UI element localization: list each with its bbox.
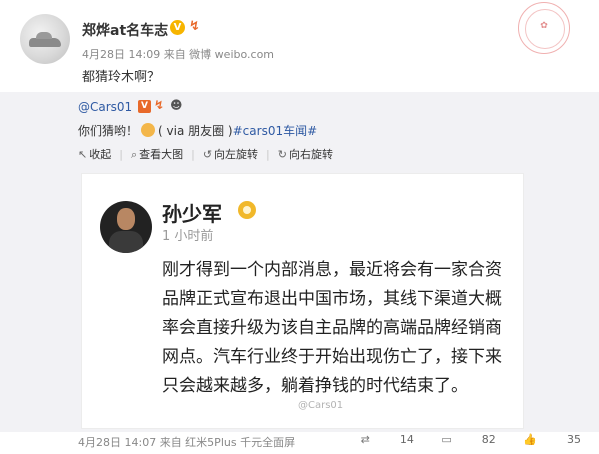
panda-icon: ☻	[170, 98, 183, 112]
repost-text: 你们猜哟！ ( via 朋友圈 )#cars01车闻#	[78, 122, 317, 139]
dog-emoji-icon	[141, 123, 156, 137]
screenshot-image[interactable]: 孙少军 1 小时前 刚才得到一个内部消息，最近将会有一家合资 品牌正式宣布退出中…	[82, 174, 523, 428]
view-large-button[interactable]: ⌕ 查看大图	[131, 146, 183, 162]
repost-meta: 4月28日 14:07 来自 红米5Plus 千元全面屏	[78, 436, 296, 449]
comment-button[interactable]: ▭ 82	[441, 433, 495, 446]
zoom-icon: ⌕	[130, 148, 138, 161]
rotate-left-icon: ↺	[202, 148, 213, 161]
card-line: 品牌正式宣布退出中国市场，其线下渠道大概	[162, 289, 502, 309]
rotate-right-icon: ↻	[277, 148, 287, 161]
collapse-icon: ↖	[78, 148, 88, 161]
thumbs-up-icon: 👍	[523, 433, 537, 446]
verified-icon: V	[170, 20, 185, 35]
image-tools: ↖ 收起 | ⌕ 查看大图 | ↺ 向左旋转 | ↻ 向右旋转	[78, 146, 333, 162]
collapse-button[interactable]: ↖ 收起	[78, 146, 111, 162]
comment-icon: ▭	[441, 433, 452, 446]
post-text: 都猜玲木啊？	[82, 70, 161, 85]
verified-gold-icon	[238, 201, 256, 219]
repost-icon: ⇄	[360, 433, 370, 446]
topic-link[interactable]: #cars01车闻#	[233, 124, 318, 138]
card-line: 率会直接升级为该自主品牌的高端品牌经销商	[162, 318, 502, 338]
author-name[interactable]: 郑烨at名车志	[82, 20, 168, 40]
repost-author-link[interactable]: @Cars01	[78, 100, 132, 114]
rotate-right-button[interactable]: ↻ 向右旋转	[278, 146, 333, 162]
card-body-text: 刚才得到一个内部消息，最近将会有一家合资 品牌正式宣布退出中国市场，其线下渠道大…	[162, 256, 512, 401]
card-line: 只会越来越多，躺着挣钱的时代结束了。	[162, 376, 468, 396]
verified-icon: V	[138, 100, 151, 113]
repost-button[interactable]: ⇄ 14	[361, 433, 414, 446]
post-meta: 4月28日 14:09 来自 微博 weibo.com	[82, 48, 275, 61]
repost-text-prefix: 你们猜哟！	[78, 124, 139, 138]
card-line: 刚才得到一个内部消息，最近将会有一家合资	[162, 260, 502, 280]
stats-bar: ⇄ 14 ▭ 82 👍 35	[337, 433, 581, 446]
vip-icon: ↯	[154, 98, 165, 112]
card-line: 网点。汽车行业终于开始出现伤亡了，接下来	[162, 347, 502, 367]
rotate-left-button[interactable]: ↺ 向左旋转	[203, 146, 258, 162]
author-avatar[interactable]	[20, 14, 70, 64]
seal-stamp-icon: ✿	[518, 2, 570, 54]
image-watermark: @Cars01	[298, 400, 344, 411]
vip-icon: ↯	[189, 19, 200, 34]
card-author-name: 孙少军	[162, 202, 222, 226]
repost-via: ( via 朋友圈 )	[158, 124, 233, 138]
repost-block: @Cars01 V ↯ ☻ 你们猜哟！ ( via 朋友圈 )#cars01车闻#…	[0, 92, 599, 432]
like-button[interactable]: 👍 35	[523, 433, 581, 446]
card-time: 1 小时前	[162, 229, 214, 244]
card-avatar	[100, 201, 152, 253]
